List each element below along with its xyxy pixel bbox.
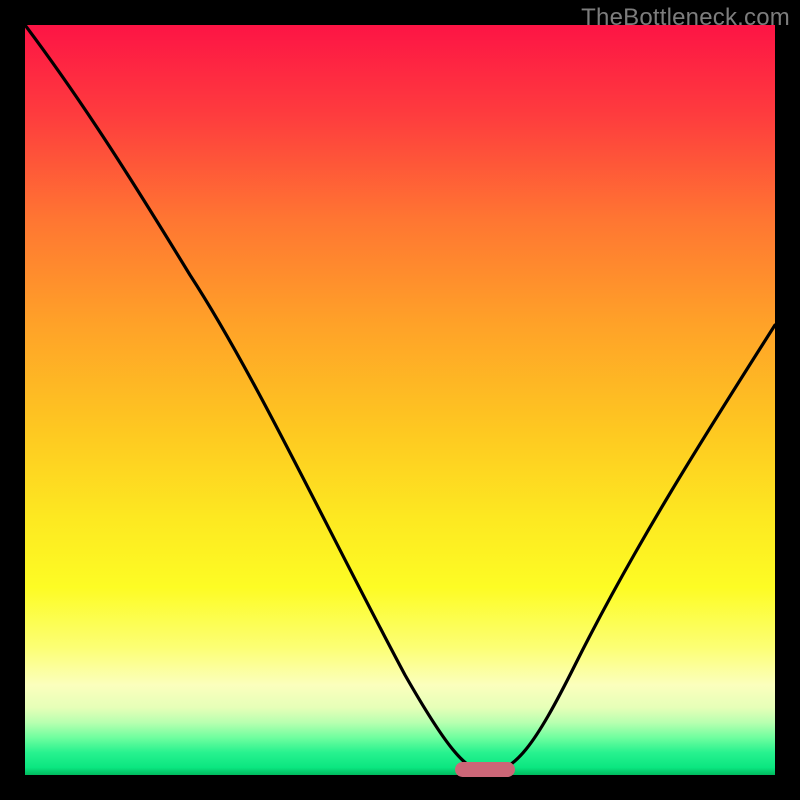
- curve-path: [25, 25, 775, 773]
- watermark-label: TheBottleneck.com: [581, 4, 790, 32]
- bottleneck-curve: [25, 25, 775, 775]
- optimal-range-marker: [455, 762, 515, 777]
- plot-area: [25, 25, 775, 775]
- chart-stage: TheBottleneck.com: [0, 0, 800, 800]
